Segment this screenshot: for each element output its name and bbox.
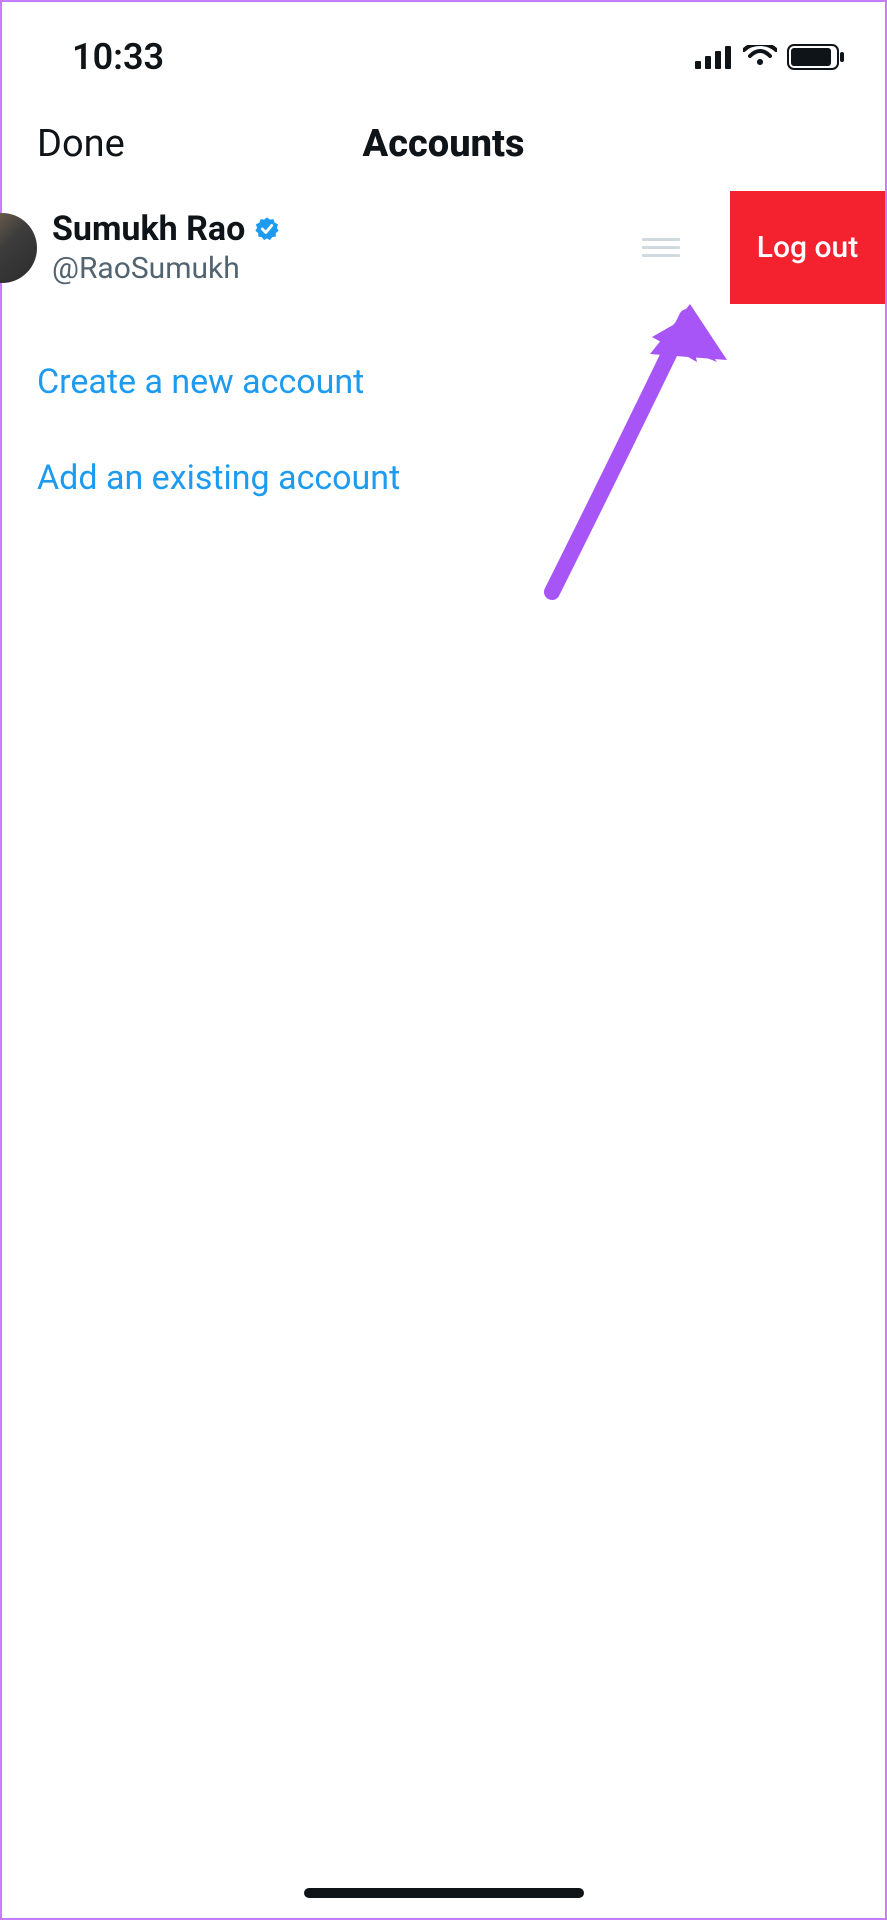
status-time: 10:33 bbox=[72, 36, 164, 78]
status-bar: 10:33 bbox=[2, 2, 885, 92]
home-indicator[interactable] bbox=[304, 1888, 584, 1898]
links-section: Create a new account Add an existing acc… bbox=[2, 334, 885, 526]
status-icons bbox=[695, 44, 845, 70]
verified-badge-icon bbox=[253, 215, 281, 243]
page-title: Accounts bbox=[363, 122, 525, 166]
avatar bbox=[0, 213, 37, 283]
cellular-signal-icon bbox=[695, 45, 733, 69]
done-button[interactable]: Done bbox=[37, 122, 125, 166]
create-account-link[interactable]: Create a new account bbox=[2, 334, 885, 430]
battery-icon bbox=[787, 44, 845, 70]
account-handle: @RaoSumukh bbox=[52, 251, 642, 286]
account-name: Sumukh Rao bbox=[52, 209, 245, 249]
account-info: Sumukh Rao @RaoSumukh bbox=[52, 209, 642, 286]
drag-handle-icon[interactable] bbox=[642, 238, 680, 257]
logout-button[interactable]: Log out bbox=[730, 191, 885, 304]
add-existing-account-link[interactable]: Add an existing account bbox=[2, 430, 885, 526]
account-row[interactable]: Sumukh Rao @RaoSumukh Log out bbox=[2, 191, 885, 304]
wifi-icon bbox=[743, 45, 777, 69]
nav-header: Done Accounts bbox=[2, 92, 885, 191]
